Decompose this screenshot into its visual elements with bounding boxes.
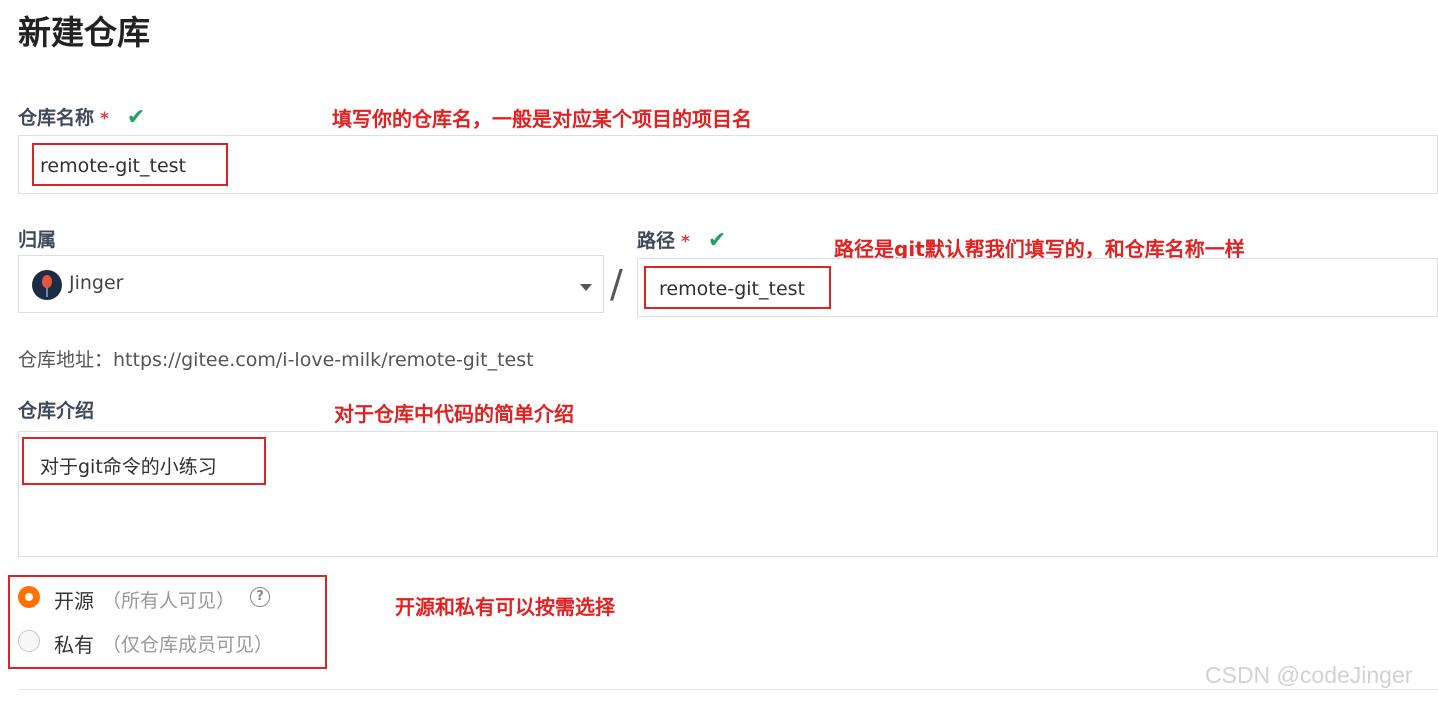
path-label-group: 路径 * ✔ (637, 226, 726, 253)
valid-check-icon: ✔ (707, 228, 727, 253)
highlight-box-description (22, 437, 266, 485)
valid-check-icon: ✔ (126, 105, 146, 130)
required-mark: * (100, 109, 109, 129)
path-separator: / (610, 262, 623, 306)
description-annotation: 对于仓库中代码的简单介绍 (334, 402, 574, 426)
visibility-annotation: 开源和私有可以按需选择 (395, 595, 615, 619)
owner-label: 归属 (18, 229, 57, 251)
highlight-box-visibility (8, 575, 327, 669)
required-mark: * (681, 232, 690, 252)
divider (18, 689, 1438, 690)
avatar (32, 270, 62, 300)
highlight-box-path (644, 266, 831, 309)
chevron-down-icon (580, 284, 592, 291)
repo-name-input[interactable]: remote-git_test (18, 135, 1438, 194)
watermark: CSDN @codeJinger (1205, 662, 1413, 688)
highlight-box-repo-name (32, 143, 228, 186)
owner-value: Jinger (69, 272, 124, 294)
repo-name-label: 仓库名称 (18, 107, 95, 129)
repo-name-annotation: 填写你的仓库名，一般是对应某个项目的项目名 (332, 107, 752, 131)
page-title: 新建仓库 (18, 13, 150, 52)
repo-address: 仓库地址：https://gitee.com/i-love-milk/remot… (18, 349, 534, 371)
path-label: 路径 (637, 230, 676, 252)
repo-name-label-group: 仓库名称 * ✔ (18, 103, 145, 130)
description-label: 仓库介绍 (18, 400, 95, 422)
owner-select[interactable]: Jinger (18, 255, 604, 313)
